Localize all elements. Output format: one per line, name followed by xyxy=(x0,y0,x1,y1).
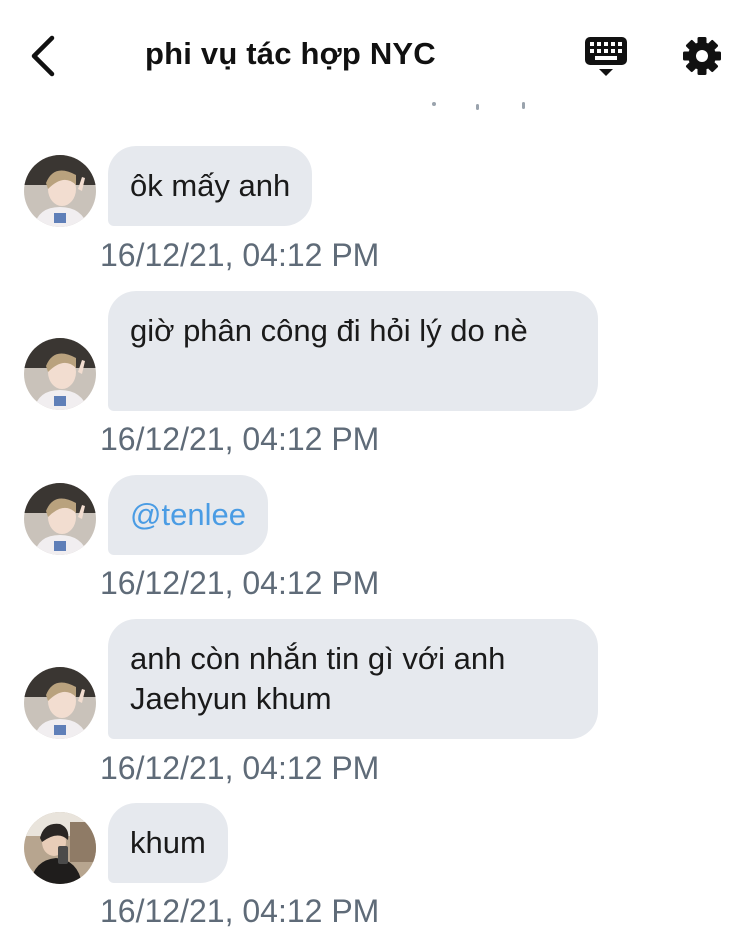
message-timestamp: 16/12/21, 04:12 PM xyxy=(100,750,380,786)
keyboard-button[interactable] xyxy=(582,34,630,80)
avatar-user1[interactable] xyxy=(24,667,96,739)
avatar-user2[interactable] xyxy=(24,812,96,884)
avatar-user1[interactable] xyxy=(24,338,96,410)
message-bubble[interactable]: ôk mấy anh xyxy=(108,146,313,226)
message-timestamp: 16/12/21, 04:12 PM xyxy=(100,421,380,457)
avatar-image xyxy=(24,338,96,410)
message-timestamp: 16/12/21, 04:12 PM xyxy=(100,565,380,601)
message-bubble[interactable]: khum xyxy=(108,803,228,883)
avatar-image xyxy=(24,155,96,227)
gear-icon xyxy=(683,37,721,75)
avatar-image xyxy=(24,812,96,884)
message-bubble[interactable]: giờ phân công đi hỏi lý do nè xyxy=(108,291,598,411)
message-bubble[interactable]: anh còn nhắn tin gì với anh Jaehyun khum xyxy=(108,619,598,739)
avatar-image xyxy=(24,667,96,739)
avatar-image xyxy=(24,483,96,555)
back-button[interactable] xyxy=(24,32,68,80)
settings-button[interactable] xyxy=(680,34,724,78)
avatar-user1[interactable] xyxy=(24,155,96,227)
keyboard-icon xyxy=(585,37,627,76)
scrolled-content-fragment xyxy=(432,102,525,110)
message-timestamp: 16/12/21, 04:12 PM xyxy=(100,893,380,929)
avatar-user1[interactable] xyxy=(24,483,96,555)
mention-link[interactable]: @tenlee xyxy=(108,475,268,555)
chevron-left-icon xyxy=(31,35,55,77)
chat-header: phi vụ tác hợp NYC xyxy=(0,0,750,110)
message-timestamp: 16/12/21, 04:12 PM xyxy=(100,237,380,273)
chat-title: phi vụ tác hợp NYC xyxy=(145,36,436,71)
